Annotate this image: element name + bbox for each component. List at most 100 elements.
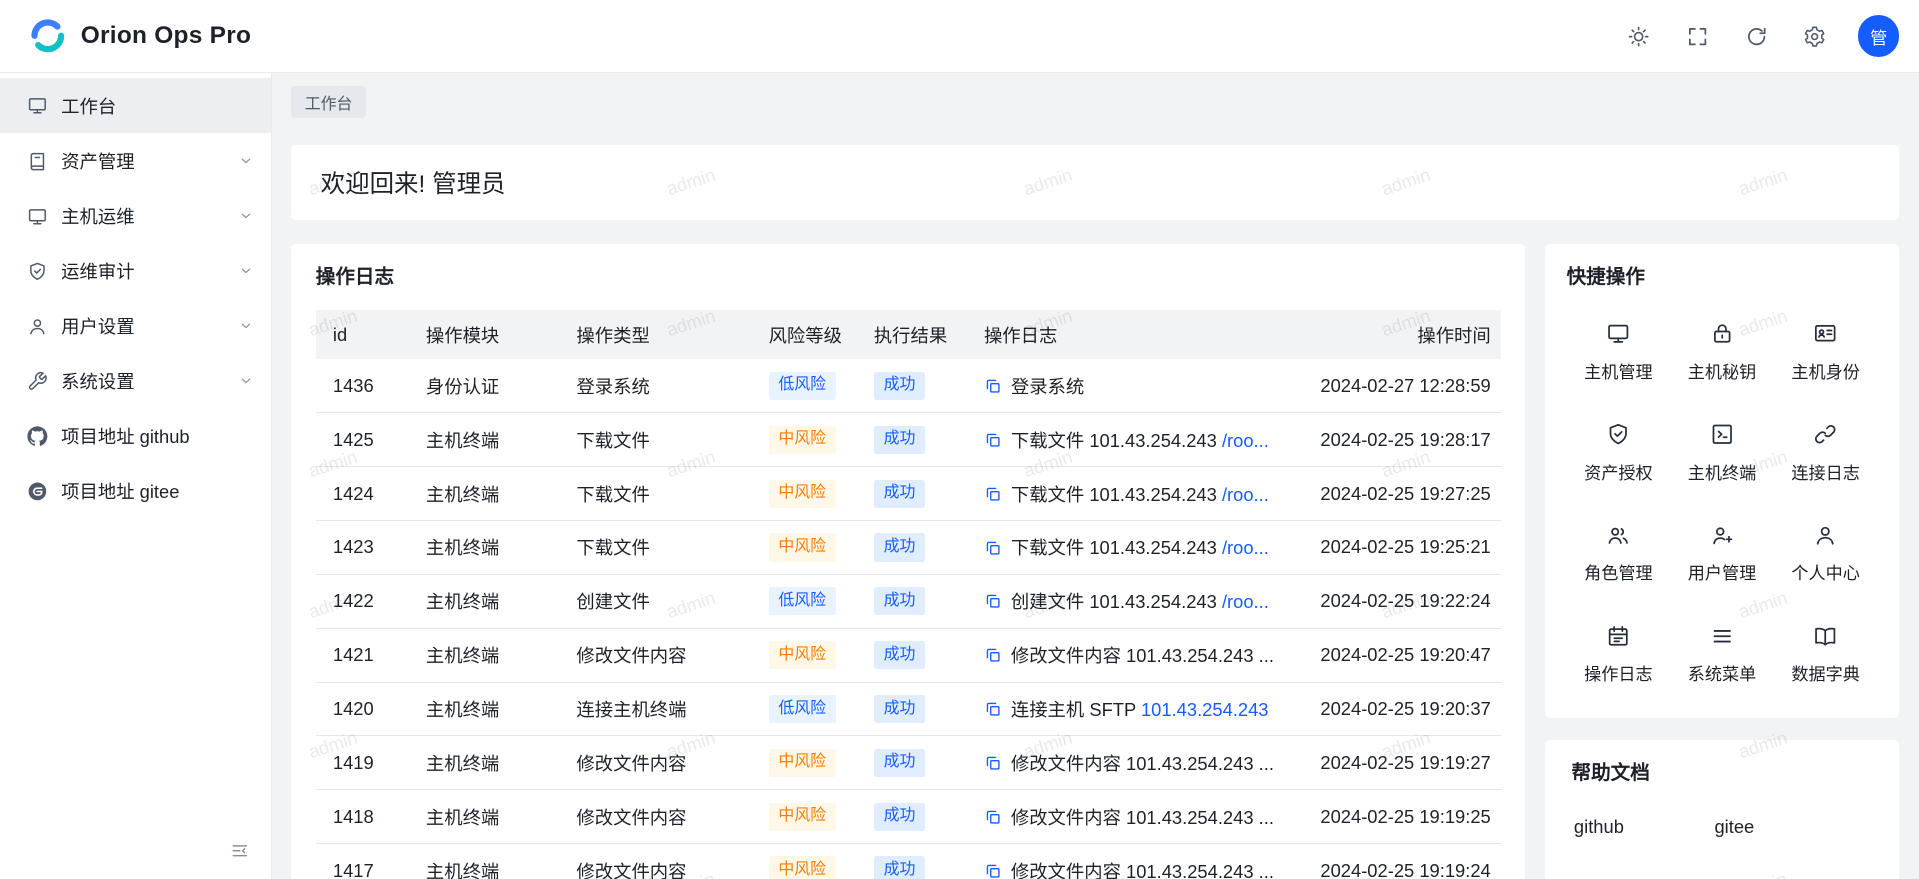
fullscreen-button[interactable] xyxy=(1677,15,1719,57)
quick-action-operation-log[interactable]: 操作日志 xyxy=(1567,608,1671,702)
gear-icon xyxy=(1803,25,1826,48)
help-docs-title: 帮助文档 xyxy=(1571,760,1872,787)
col-log: 操作日志 xyxy=(967,310,1285,359)
codesquare-icon xyxy=(1710,422,1734,446)
sidebar-item-label: 用户设置 xyxy=(61,313,224,339)
sidebar-item-system-settings[interactable]: 系统设置 xyxy=(0,354,271,409)
result-badge: 成功 xyxy=(874,426,925,454)
sidebar-item-label: 主机运维 xyxy=(61,203,224,229)
sidebar-item-label: 资产管理 xyxy=(61,148,224,174)
breadcrumb-workbench[interactable]: 工作台 xyxy=(291,86,366,119)
sidebar-item-github[interactable]: 项目地址 github xyxy=(0,409,271,464)
brand: Orion Ops Pro xyxy=(27,15,251,57)
log-text: 登录系统 xyxy=(1011,376,1084,397)
result-badge: 成功 xyxy=(874,641,925,669)
copy-icon[interactable] xyxy=(984,377,1002,395)
operation-log-table: id 操作模块 操作类型 风险等级 执行结果 操作日志 操作时间 1436 身份… xyxy=(316,310,1501,879)
cell-module: 主机终端 xyxy=(409,521,560,575)
quick-actions-grid: 主机管理 主机秘钥 主机身份 资产授权 主机终端 连接日志 角色管理 用户管理 … xyxy=(1567,305,1878,701)
app-title: Orion Ops Pro xyxy=(81,22,251,50)
risk-badge: 中风险 xyxy=(769,803,836,831)
result-badge: 成功 xyxy=(874,803,925,831)
quick-actions-card: 快捷操作 主机管理 主机秘钥 主机身份 资产授权 主机终端 连接日志 角色管理 … xyxy=(1545,244,1900,718)
log-link[interactable]: 101.43.254.243 xyxy=(1141,699,1269,720)
sidebar-item-gitee[interactable]: 项目地址 gitee xyxy=(0,464,271,519)
quick-action-host-terminal[interactable]: 主机终端 xyxy=(1670,406,1774,500)
copy-icon[interactable] xyxy=(984,431,1002,449)
risk-badge: 中风险 xyxy=(769,533,836,561)
cell-id: 1420 xyxy=(316,682,409,736)
table-row: 1418 主机终端 修改文件内容 中风险 成功 修改文件内容 101.43.25… xyxy=(316,790,1501,844)
help-links: github gitee xyxy=(1571,816,1872,838)
copy-icon[interactable] xyxy=(984,754,1002,772)
chevron-down-icon xyxy=(238,373,254,389)
cell-type: 修改文件内容 xyxy=(559,628,751,682)
sidebar-collapse-button[interactable] xyxy=(227,837,254,864)
settings-button[interactable] xyxy=(1794,15,1836,57)
help-link-gitee[interactable]: gitee xyxy=(1714,816,1754,838)
risk-badge: 中风险 xyxy=(769,480,836,508)
quick-action-host-identity[interactable]: 主机身份 xyxy=(1774,305,1878,399)
sidebar-item-label: 工作台 xyxy=(61,93,224,119)
col-type: 操作类型 xyxy=(559,310,751,359)
table-row: 1425 主机终端 下载文件 中风险 成功 下载文件 101.43.254.24… xyxy=(316,413,1501,467)
col-time: 操作时间 xyxy=(1285,310,1500,359)
cell-module: 主机终端 xyxy=(409,844,560,879)
quick-action-host-manage[interactable]: 主机管理 xyxy=(1567,305,1671,399)
log-link[interactable]: /roo... xyxy=(1222,484,1269,505)
table-row: 1424 主机终端 下载文件 中风险 成功 下载文件 101.43.254.24… xyxy=(316,467,1501,521)
risk-badge: 中风险 xyxy=(769,749,836,777)
copy-icon[interactable] xyxy=(984,539,1002,557)
quick-action-label: 主机身份 xyxy=(1791,358,1860,383)
log-text: 创建文件 101.43.254.243 xyxy=(1011,591,1222,612)
useradd-icon xyxy=(1710,523,1734,547)
log-text: 下载文件 101.43.254.243 xyxy=(1011,430,1222,451)
sidebar-item-host-ops[interactable]: 主机运维 xyxy=(0,188,271,243)
help-docs-card: 帮助文档 github gitee xyxy=(1545,740,1900,878)
avatar[interactable]: 管 xyxy=(1858,15,1900,57)
chevron-down-icon xyxy=(238,318,254,334)
copy-icon[interactable] xyxy=(984,808,1002,826)
sidebar-item-user-settings[interactable]: 用户设置 xyxy=(0,299,271,354)
cell-id: 1424 xyxy=(316,467,409,521)
help-link-github[interactable]: github xyxy=(1574,816,1624,838)
quick-action-asset-grant[interactable]: 资产授权 xyxy=(1567,406,1671,500)
monitor-icon xyxy=(1606,321,1630,345)
cell-module: 身份认证 xyxy=(409,359,560,413)
cell-time: 2024-02-25 19:20:47 xyxy=(1285,628,1500,682)
cell-id: 1418 xyxy=(316,790,409,844)
quick-action-data-dict[interactable]: 数据字典 xyxy=(1774,608,1878,702)
quick-action-role-manage[interactable]: 角色管理 xyxy=(1567,507,1671,601)
cell-module: 主机终端 xyxy=(409,736,560,790)
refresh-button[interactable] xyxy=(1736,15,1778,57)
cell-type: 登录系统 xyxy=(559,359,751,413)
table-row: 1436 身份认证 登录系统 低风险 成功 登录系统 2024-02-27 12… xyxy=(316,359,1501,413)
theme-button[interactable] xyxy=(1618,15,1660,57)
cell-type: 创建文件 xyxy=(559,574,751,628)
table-row: 1421 主机终端 修改文件内容 中风险 成功 修改文件内容 101.43.25… xyxy=(316,628,1501,682)
quick-action-user-manage[interactable]: 用户管理 xyxy=(1670,507,1774,601)
quick-action-host-keys[interactable]: 主机秘钥 xyxy=(1670,305,1774,399)
sidebar-item-ops-audit[interactable]: 运维审计 xyxy=(0,244,271,299)
copy-icon[interactable] xyxy=(984,862,1002,879)
log-link[interactable]: /roo... xyxy=(1222,537,1269,558)
copy-icon[interactable] xyxy=(984,485,1002,503)
chevron-down-icon xyxy=(238,153,254,169)
copy-icon[interactable] xyxy=(984,646,1002,664)
github-icon xyxy=(27,426,48,447)
sidebar-item-asset-manage[interactable]: 资产管理 xyxy=(0,133,271,188)
log-text: 修改文件内容 101.43.254.243 ... xyxy=(1011,645,1274,666)
col-id: id xyxy=(316,310,409,359)
quick-action-profile[interactable]: 个人中心 xyxy=(1774,507,1878,601)
copy-icon[interactable] xyxy=(984,700,1002,718)
gitee-icon xyxy=(27,481,48,502)
copy-icon[interactable] xyxy=(984,592,1002,610)
cell-type: 连接主机终端 xyxy=(559,682,751,736)
quick-action-system-menu[interactable]: 系统菜单 xyxy=(1670,608,1774,702)
log-link[interactable]: /roo... xyxy=(1222,591,1269,612)
result-badge: 成功 xyxy=(874,587,925,615)
log-link[interactable]: /roo... xyxy=(1222,430,1269,451)
sidebar-item-workbench[interactable]: 工作台 xyxy=(0,78,271,133)
welcome-message: 欢迎回来! 管理员 xyxy=(321,165,1870,200)
quick-action-connect-log[interactable]: 连接日志 xyxy=(1774,406,1878,500)
